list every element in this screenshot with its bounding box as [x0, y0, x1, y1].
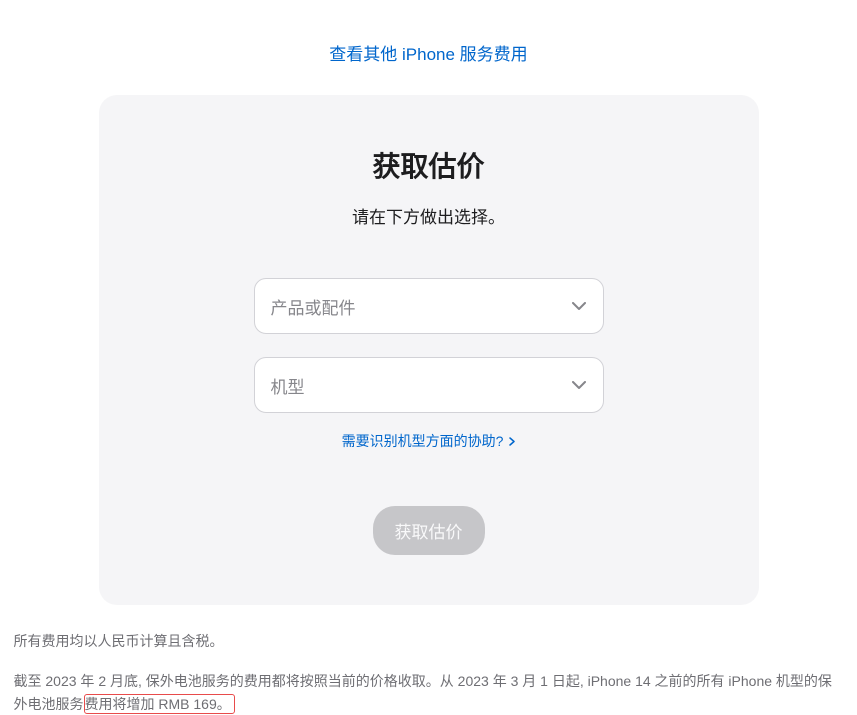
footer-note-1: 所有费用均以人民币计算且含税。	[14, 630, 844, 652]
get-estimate-button[interactable]: 获取估价	[373, 506, 485, 555]
note2-highlight: 费用将增加 RMB 169。	[84, 694, 235, 714]
card-title: 获取估价	[149, 145, 709, 185]
chevron-right-icon	[509, 433, 515, 449]
footer-notes: 所有费用均以人民币计算且含税。 截至 2023 年 2 月底, 保外电池服务的费…	[14, 630, 844, 715]
other-services-link[interactable]: 查看其他 iPhone 服务费用	[329, 45, 527, 64]
estimate-card: 获取估价 请在下方做出选择。 产品或配件 机型 需要识别机型方面的协助?	[99, 95, 759, 605]
card-subtitle: 请在下方做出选择。	[149, 203, 709, 228]
model-select[interactable]: 机型	[254, 357, 604, 413]
product-select-wrapper: 产品或配件	[254, 278, 604, 334]
footer-note-2: 截至 2023 年 2 月底, 保外电池服务的费用都将按照当前的价格收取。从 2…	[14, 670, 844, 715]
model-select-wrapper: 机型	[254, 357, 604, 413]
page-container: 查看其他 iPhone 服务费用 获取估价 请在下方做出选择。 产品或配件 机型…	[0, 0, 857, 715]
help-link-row: 需要识别机型方面的协助?	[149, 431, 709, 451]
top-link-wrapper: 查看其他 iPhone 服务费用	[10, 0, 847, 95]
help-identify-link[interactable]: 需要识别机型方面的协助?	[342, 433, 516, 449]
help-link-label: 需要识别机型方面的协助?	[342, 433, 504, 449]
product-select[interactable]: 产品或配件	[254, 278, 604, 334]
